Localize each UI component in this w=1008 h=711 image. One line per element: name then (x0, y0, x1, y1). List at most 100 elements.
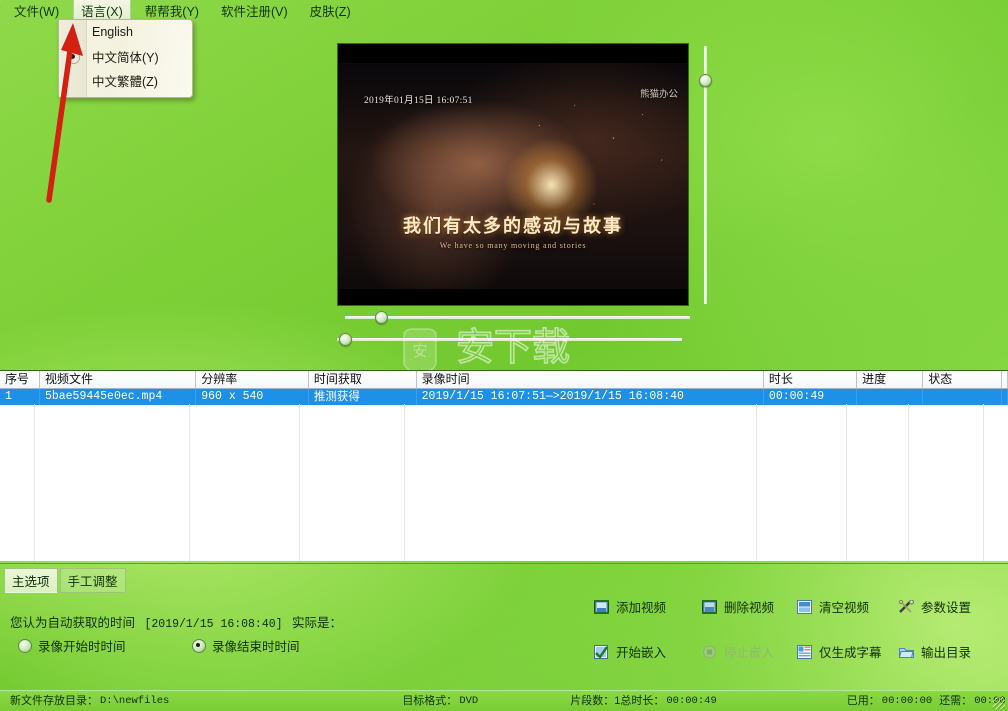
horizontal-slider-top[interactable] (345, 310, 690, 324)
horizontal-slider-bottom[interactable] (337, 332, 682, 346)
status-format-value: DVD (459, 695, 479, 707)
status-remain-label: 还需： (939, 695, 973, 707)
detected-time-prompt: 您认为自动获取的时间 [2019/1/15 16:08:40] 实际是： (10, 612, 342, 631)
tab-main-options[interactable]: 主选项 (4, 568, 58, 593)
slider-thumb[interactable] (339, 333, 352, 346)
table-grid-lines (0, 404, 1008, 561)
prompt-suffix: 实际是： (292, 616, 343, 630)
column-header-duration[interactable]: 时长 (763, 371, 858, 388)
cell-extra (1002, 389, 1008, 405)
remove-video-icon (702, 599, 717, 614)
status-format-label: 目标格式： (402, 695, 458, 707)
column-header-resolution[interactable]: 分辨率 (196, 371, 309, 388)
video-title-en: We have so many moving and stories (439, 241, 587, 250)
button-label: 输出目录 (921, 646, 972, 660)
button-clear-video[interactable]: 清空视频 (797, 597, 869, 616)
options-panel: 主选项 手工调整 您认为自动获取的时间 [2019/1/15 16:08:40]… (0, 563, 1008, 691)
cell-resolution: 960 x 540 (196, 389, 309, 405)
output-folder-icon (898, 645, 914, 659)
button-subtitle-only[interactable]: 仅生成字幕 (797, 642, 882, 661)
language-option-english[interactable]: English (59, 20, 192, 44)
menu-item-register[interactable]: 软件注册(V) (213, 0, 296, 22)
tab-manual-adjust[interactable]: 手工调整 (59, 568, 126, 593)
radio-selected-icon[interactable] (192, 638, 206, 653)
button-label: 清空视频 (819, 601, 870, 615)
menu-bar: 文件(W) 语言(X) 帮帮我(Y) 软件注册(V) 皮肤(Z) (0, 0, 1008, 22)
button-label: 添加视频 (616, 601, 667, 615)
detected-time-value: [2019/1/15 16:08:40] (144, 618, 283, 631)
status-output-dir-value: D:\newfiles (100, 695, 170, 707)
language-dropdown-menu: English 中文简体(Y) 中文繁體(Z) (58, 19, 193, 98)
status-format: 目标格式： DVD (392, 694, 488, 708)
letterbox-bottom (338, 289, 688, 305)
column-header-status[interactable]: 状态 (923, 371, 1002, 388)
slider-thumb[interactable] (375, 311, 388, 324)
clear-video-icon (797, 599, 812, 614)
status-output-dir: 新文件存放目录： D:\newfiles (0, 694, 179, 708)
radio-record-start-time[interactable]: 录像开始时时间 (18, 636, 126, 655)
cell-duration: 00:00:49 (764, 389, 858, 405)
button-add-video[interactable]: 添加视频 (594, 597, 666, 616)
subtitle-only-icon (797, 644, 812, 659)
video-title-cn: 我们有太多的感动与故事 (403, 216, 623, 236)
video-title-overlay: 我们有太多的感动与故事 We have so many moving and s… (338, 212, 688, 250)
button-label: 参数设置 (921, 601, 972, 615)
video-file-table: 序号 视频文件 分辨率 时间获取 录像时间 时长 进度 状态 1 5bae594… (0, 370, 1008, 561)
cell-rec-time: 2019/1/15 16:07:51—>2019/1/15 16:08:40 (417, 389, 764, 405)
cell-status (923, 389, 1002, 405)
radio-unselected-icon[interactable] (18, 638, 32, 653)
column-header-extra[interactable] (1002, 371, 1008, 388)
resize-grip[interactable] (993, 697, 1005, 709)
button-stop-embed: 停止嵌入 (702, 642, 774, 661)
table-row[interactable]: 1 5bae59445e0ec.mp4 960 x 540 推测获得 2019/… (0, 389, 1008, 405)
language-option-label: 中文简体(Y) (92, 50, 159, 65)
button-label: 停止嵌入 (724, 646, 775, 660)
button-output-folder[interactable]: 输出目录 (898, 642, 972, 661)
status-bar: 新文件存放目录： D:\newfiles 目标格式： DVD 片段数：1总时长：… (0, 690, 1008, 711)
language-option-traditional-chinese[interactable]: 中文繁體(Z) (59, 68, 192, 92)
status-time: 已用： 00:00:00 还需： 00:00:00 (837, 694, 1008, 708)
language-option-label: English (92, 25, 133, 39)
button-label: 开始嵌入 (616, 646, 667, 660)
slider-thumb[interactable] (699, 74, 712, 87)
stop-embed-icon (702, 645, 717, 659)
slider-track (337, 338, 682, 341)
cell-time-src: 推测获得 (309, 389, 417, 405)
button-label: 删除视频 (724, 601, 775, 615)
add-video-icon (594, 599, 609, 614)
letterbox-top (338, 44, 688, 63)
cell-file: 5bae59445e0ec.mp4 (40, 389, 197, 405)
cell-progress (857, 389, 924, 405)
status-elapsed-value: 00:00:00 (881, 695, 933, 707)
cell-index: 1 (0, 389, 40, 405)
button-start-embed[interactable]: 开始嵌入 (594, 642, 666, 661)
video-watermark: 熊猫办公 (639, 89, 678, 100)
panel-tabs: 主选项 手工调整 (4, 568, 128, 593)
radio-label: 录像结束时时间 (212, 640, 300, 654)
radio-selected-icon (67, 51, 80, 64)
table-header-row: 序号 视频文件 分辨率 时间获取 录像时间 时长 进度 状态 (0, 371, 1008, 389)
button-settings[interactable]: 参数设置 (898, 597, 972, 616)
prompt-prefix: 您认为自动获取的时间 (10, 616, 136, 630)
settings-icon (898, 599, 914, 614)
start-embed-icon (594, 644, 609, 659)
menu-item-skin[interactable]: 皮肤(Z) (302, 0, 359, 22)
column-header-time-src[interactable]: 时间获取 (308, 371, 417, 388)
video-timestamp-overlay: 2019年01月15日 16:07:51 (364, 96, 473, 106)
menu-item-language[interactable]: 语言(X) (73, 0, 131, 21)
vertical-position-slider[interactable] (698, 46, 712, 304)
status-count-label: 片段数：1总时长： (570, 695, 665, 707)
slider-track (345, 316, 690, 319)
button-remove-video[interactable]: 删除视频 (702, 597, 774, 616)
column-header-index[interactable]: 序号 (0, 371, 40, 388)
language-option-simplified-chinese[interactable]: 中文简体(Y) (59, 44, 192, 68)
button-label: 仅生成字幕 (819, 646, 882, 660)
radio-record-end-time[interactable]: 录像结束时时间 (192, 636, 300, 655)
column-header-rec-time[interactable]: 录像时间 (416, 371, 764, 388)
column-header-file[interactable]: 视频文件 (39, 371, 197, 388)
status-count-value: 00:00:49 (666, 695, 717, 707)
video-preview[interactable]: 2019年01月15日 16:07:51 熊猫办公 我们有太多的感动与故事 We… (337, 43, 689, 306)
column-header-progress[interactable]: 进度 (857, 371, 924, 388)
language-option-label: 中文繁體(Z) (92, 74, 158, 89)
status-segments: 片段数：1总时长： 00:00:49 (560, 694, 727, 708)
